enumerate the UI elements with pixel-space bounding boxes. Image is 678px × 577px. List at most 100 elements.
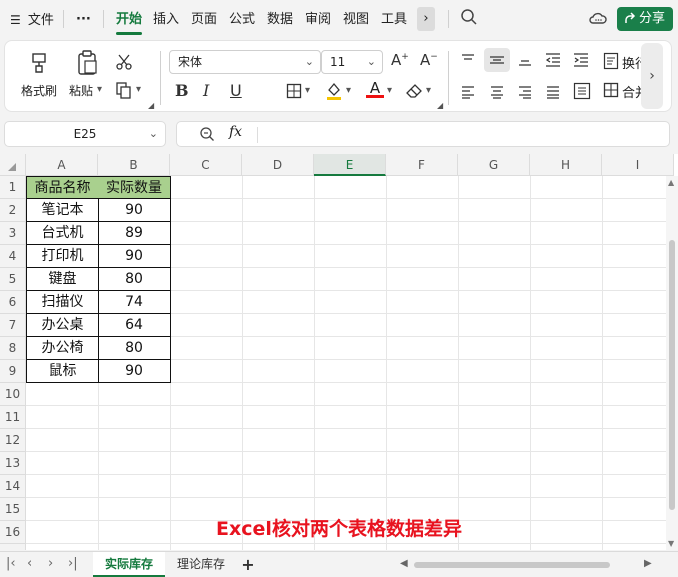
- row-header-1[interactable]: 1: [0, 176, 26, 199]
- decrease-indent-icon[interactable]: [544, 52, 562, 72]
- sheet-tab-actual-inventory[interactable]: 实际库存: [93, 552, 165, 577]
- scroll-right-icon[interactable]: ▶: [644, 558, 652, 569]
- search-icon[interactable]: [460, 8, 478, 30]
- column-header-g[interactable]: G: [458, 154, 530, 176]
- chevron-down-icon[interactable]: ▾: [305, 85, 310, 96]
- menu-review[interactable]: 审阅: [305, 10, 331, 30]
- table-cell[interactable]: 办公桌: [26, 314, 99, 337]
- row-header-8[interactable]: 8: [0, 337, 26, 360]
- spreadsheet-grid[interactable]: A B C D E F G H I 1 2 3 4 5 6 7 8 9 10 11 12 13 14 15 1…: [0, 154, 678, 550]
- scroll-left-icon[interactable]: ◀: [400, 558, 408, 569]
- font-color-icon[interactable]: A: [366, 79, 384, 98]
- paste-label[interactable]: 粘贴: [69, 82, 93, 99]
- align-center-icon[interactable]: [489, 84, 505, 103]
- format-painter-label[interactable]: 格式刷: [21, 82, 57, 99]
- row-header-12[interactable]: 12: [0, 429, 26, 452]
- merge-cells-label[interactable]: 合并: [622, 82, 642, 101]
- chevron-down-icon[interactable]: ▾: [387, 85, 392, 96]
- chevron-down-icon[interactable]: ▾: [346, 85, 351, 96]
- merge-cells-icon[interactable]: [603, 82, 619, 102]
- increase-font-icon[interactable]: A+: [391, 51, 409, 69]
- align-middle-button[interactable]: [484, 48, 510, 72]
- table-cell[interactable]: 鼠标: [26, 360, 99, 383]
- table-cell[interactable]: 90: [98, 199, 171, 222]
- menu-home[interactable]: 开始: [116, 10, 142, 30]
- paste-icon[interactable]: [75, 50, 99, 80]
- table-cell[interactable]: 打印机: [26, 245, 99, 268]
- column-header-i[interactable]: I: [602, 154, 674, 176]
- table-cell[interactable]: 74: [98, 291, 171, 314]
- horizontal-scroll-thumb[interactable]: [414, 562, 610, 568]
- menu-page[interactable]: 页面: [191, 10, 217, 30]
- menu-view[interactable]: 视图: [343, 10, 369, 30]
- font-name-select[interactable]: 宋体 ⌄: [169, 50, 321, 74]
- insert-function-icon[interactable]: fx: [229, 124, 242, 140]
- row-header-5[interactable]: 5: [0, 268, 26, 291]
- column-header-a[interactable]: A: [26, 154, 98, 176]
- chevron-down-icon[interactable]: ▾: [97, 84, 102, 95]
- cut-icon[interactable]: [115, 53, 133, 75]
- align-top-icon[interactable]: [460, 52, 476, 72]
- menu-insert[interactable]: 插入: [153, 10, 179, 30]
- table-cell[interactable]: 90: [98, 245, 171, 268]
- row-header-2[interactable]: 2: [0, 199, 26, 222]
- table-cell[interactable]: 键盘: [26, 268, 99, 291]
- italic-icon[interactable]: I: [203, 81, 209, 100]
- menu-data[interactable]: 数据: [267, 10, 293, 30]
- add-sheet-icon[interactable]: +: [238, 552, 258, 577]
- formula-input[interactable]: [265, 126, 655, 144]
- row-header-3[interactable]: 3: [0, 222, 26, 245]
- name-box[interactable]: E25 ⌄: [4, 121, 166, 147]
- table-cell[interactable]: 台式机: [26, 222, 99, 245]
- main-menu-button[interactable]: ☰ 文件: [10, 10, 54, 30]
- chevron-down-icon[interactable]: ▾: [426, 85, 431, 96]
- table-cell[interactable]: 笔记本: [26, 199, 99, 222]
- row-header-10[interactable]: 10: [0, 383, 26, 406]
- column-header-h[interactable]: H: [530, 154, 602, 176]
- format-painter-icon[interactable]: [27, 51, 51, 79]
- menu-formula[interactable]: 公式: [229, 10, 255, 30]
- menu-scroll-right-icon[interactable]: ›: [417, 7, 435, 31]
- row-header-13[interactable]: 13: [0, 452, 26, 475]
- group-expand-icon[interactable]: ◢: [437, 101, 443, 110]
- scroll-up-icon[interactable]: ▲: [668, 178, 674, 187]
- previous-sheet-icon[interactable]: ‹: [27, 556, 32, 571]
- column-header-e[interactable]: E: [314, 154, 386, 176]
- more-icon[interactable]: ···: [76, 10, 91, 30]
- distribute-icon[interactable]: [573, 82, 591, 104]
- ribbon-scroll-right-icon[interactable]: ›: [641, 43, 663, 109]
- decrease-font-icon[interactable]: A−: [420, 51, 438, 69]
- increase-indent-icon[interactable]: [572, 52, 590, 72]
- table-cell[interactable]: 90: [98, 360, 171, 383]
- row-header-4[interactable]: 4: [0, 245, 26, 268]
- vertical-scroll-thumb[interactable]: [669, 240, 675, 510]
- align-left-icon[interactable]: [460, 84, 476, 103]
- row-header-17[interactable]: 17: [0, 544, 26, 550]
- table-cell[interactable]: 办公椅: [26, 337, 99, 360]
- table-cell[interactable]: 80: [98, 268, 171, 291]
- justify-icon[interactable]: [545, 84, 561, 103]
- cloud-icon[interactable]: [589, 10, 607, 30]
- table-cell[interactable]: 扫描仪: [26, 291, 99, 314]
- wrap-text-icon[interactable]: [603, 52, 619, 74]
- column-header-f[interactable]: F: [386, 154, 458, 176]
- row-header-7[interactable]: 7: [0, 314, 26, 337]
- last-sheet-icon[interactable]: ›|: [68, 556, 78, 571]
- column-header-c[interactable]: C: [170, 154, 242, 176]
- menu-tools[interactable]: 工具: [381, 10, 407, 30]
- menu-file[interactable]: 文件: [28, 13, 54, 28]
- group-expand-icon[interactable]: ◢: [148, 101, 154, 110]
- underline-icon[interactable]: U: [230, 81, 242, 100]
- clear-format-icon[interactable]: [405, 83, 423, 103]
- sheet-tab-theoretical-inventory[interactable]: 理论库存: [168, 552, 234, 577]
- first-sheet-icon[interactable]: |‹: [6, 556, 16, 571]
- column-header-d[interactable]: D: [242, 154, 314, 176]
- wrap-text-label[interactable]: 换行: [622, 53, 642, 72]
- next-sheet-icon[interactable]: ›: [48, 556, 53, 571]
- table-header-cell[interactable]: 商品名称: [26, 176, 99, 199]
- row-header-6[interactable]: 6: [0, 291, 26, 314]
- row-header-14[interactable]: 14: [0, 475, 26, 498]
- font-size-select[interactable]: 11 ⌄: [321, 50, 383, 74]
- table-cell[interactable]: 64: [98, 314, 171, 337]
- row-header-11[interactable]: 11: [0, 406, 26, 429]
